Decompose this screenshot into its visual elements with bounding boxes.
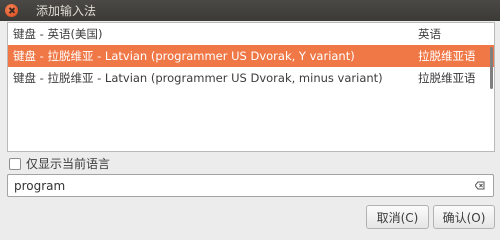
only-current-language-toggle[interactable]: 仅显示当前语言 [9,155,110,172]
title-bar: 添加输入法 [0,0,500,21]
close-icon[interactable] [5,4,18,17]
only-current-language-label: 仅显示当前语言 [26,157,111,171]
window-title: 添加输入法 [36,4,97,18]
input-method-name: 键盘 - 拉脱维亚 - Latvian (programmer US Dvora… [13,49,355,63]
confirm-button[interactable]: 确认(O) [433,205,495,229]
input-method-list[interactable]: 键盘 - 英语(美国) 英语 键盘 - 拉脱维亚 - Latvian (prog… [7,22,495,152]
clear-text-icon[interactable] [475,181,485,190]
cancel-button[interactable]: 取消(C) [366,205,429,229]
scrollbar[interactable] [490,47,493,89]
input-method-language: 拉脱维亚语 [418,49,476,63]
input-method-name: 键盘 - 英语(美国) [13,27,103,41]
search-input[interactable]: program [7,174,494,197]
list-item[interactable]: 键盘 - 英语(美国) 英语 [8,23,494,45]
input-method-name: 键盘 - 拉脱维亚 - Latvian (programmer US Dvora… [13,71,383,85]
list-item[interactable]: 键盘 - 拉脱维亚 - Latvian (programmer US Dvora… [8,67,494,89]
input-method-language: 拉脱维亚语 [418,71,476,85]
search-input-value: program [14,178,66,193]
list-item[interactable]: 键盘 - 拉脱维亚 - Latvian (programmer US Dvora… [8,45,494,67]
only-current-language-checkbox[interactable] [9,157,21,170]
input-method-language: 英语 [418,27,441,41]
